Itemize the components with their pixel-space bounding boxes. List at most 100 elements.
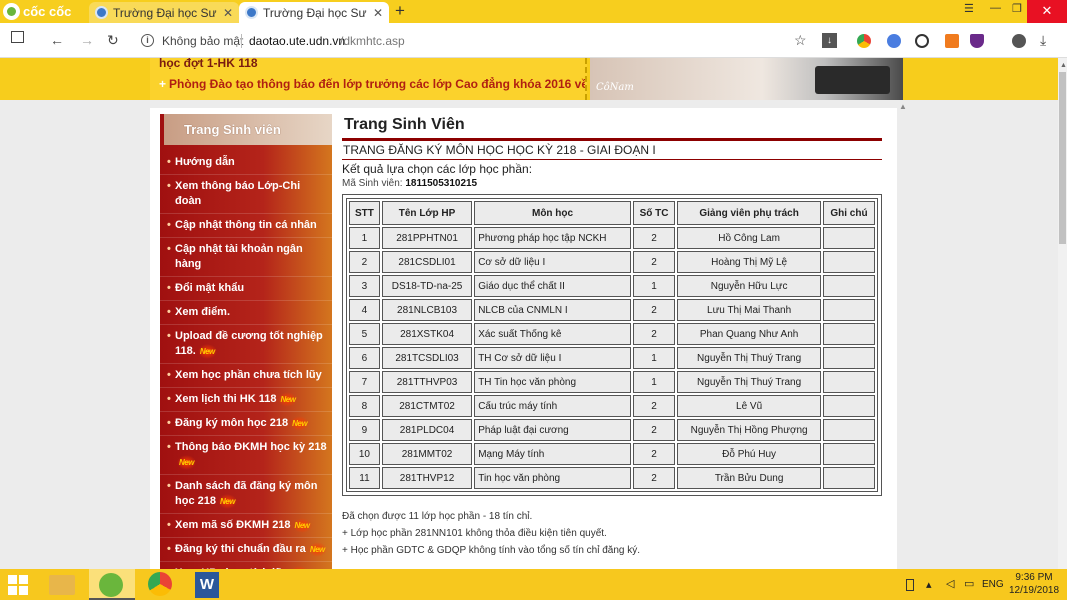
table-row: 1 281PPHTN01 Phương pháp học tập NCKH 2 Hồ C… (349, 227, 875, 249)
extension-off-icon[interactable] (945, 34, 959, 48)
word-icon[interactable]: W (195, 572, 219, 598)
registered-courses-table: STT Tên Lớp HP Môn học Số TC Giảng viên phụ … (346, 198, 878, 492)
coccoc-logo[interactable]: cốc cốc (3, 2, 71, 21)
sidebar-item[interactable]: Đăng ký môn học 218New (160, 412, 332, 436)
sidebar-item-label: Thông báo ĐKMH học kỳ 218 (175, 441, 327, 453)
table-cell: Đỗ Phú Huy (677, 443, 821, 465)
sidebar-item-label: Xem thông báo Lớp-Chi đoàn (175, 180, 301, 207)
sidebar-item-label: Đăng ký thi chuẩn đầu ra (175, 543, 306, 555)
sidebar-item[interactable]: Xem lịch thi HK 118New (160, 388, 332, 412)
sidebar-item[interactable]: Thông báo ĐKMH học kỳ 218 New (160, 436, 332, 475)
registration-note: + Học phần GDTC & GDQP không tính vào tổ… (342, 545, 641, 556)
news-line-1[interactable]: học đợt 1-HK 118 (159, 58, 258, 70)
table-cell: Hồ Công Lam (677, 227, 821, 249)
news-line-2[interactable]: + Phòng Đào tạo thông báo đến lớp trưởng … (159, 77, 587, 91)
sidebar-item[interactable]: Xem mã số ĐKMH 218New (160, 514, 332, 538)
sidebar-item-label: Hướng dẫn (175, 156, 235, 168)
extension-shield-icon[interactable] (970, 34, 984, 48)
table-row: 10 281MMT02 Mạng Máy tính 2 Đỗ Phú Huy (349, 443, 875, 465)
table-cell: 2 (632, 419, 676, 441)
extension-circle-icon[interactable] (915, 34, 929, 48)
page-scroll-up-icon[interactable]: ▲ (899, 102, 907, 111)
sidebar-item[interactable]: Đổi mật khẩu (160, 277, 332, 301)
sidebar-item[interactable]: Xem thông báo Lớp-Chi đoàn (160, 175, 332, 214)
battery-icon[interactable] (906, 579, 914, 591)
extension-blue-icon[interactable] (887, 34, 901, 48)
table-cell (822, 251, 875, 273)
scrollbar-thumb[interactable] (1059, 72, 1066, 244)
table-cell: Nguyễn Thị Thuý Trang (677, 347, 821, 369)
news-marquee[interactable]: học đợt 1-HK 118 + Phòng Đào tạo thông bá… (150, 58, 587, 100)
sidebar-item[interactable]: Xem điểm. (160, 301, 332, 325)
sidebar-item-label: Đăng ký môn học 218 (175, 417, 289, 429)
download-save-icon[interactable]: ↓ (822, 33, 837, 48)
brand-name: cốc cốc (23, 4, 72, 19)
back-icon[interactable]: ← (50, 32, 64, 48)
system-clock[interactable]: 9:36 PM 12/19/2018 (1004, 571, 1064, 597)
tab-title: Trường Đại học Sư ph (263, 5, 368, 20)
news-line-2-text: Phòng Đào tạo thông báo đến lớp trưởng c… (169, 77, 587, 91)
security-status[interactable]: Không bảo mật (162, 34, 243, 48)
tab-inactive[interactable]: Trường Đại học Sư ph ✕ (89, 2, 239, 23)
column-header: STT (349, 201, 380, 225)
url-path[interactable]: /dkmhtc.asp (340, 34, 405, 48)
restore-icon[interactable]: ❐ (1012, 2, 1022, 15)
sidebar-item[interactable]: Xem HP chưa tích lũyNew (160, 562, 332, 569)
downloads-icon[interactable]: ⤓ (1040, 32, 1046, 48)
table-cell (822, 395, 875, 417)
student-id-label: Mã Sinh viên: (342, 178, 403, 189)
sidebar-item[interactable]: Đăng ký thi chuẩn đầu raNew (160, 538, 332, 562)
sidebar-item[interactable]: Cập nhật thông tin cá nhân (160, 214, 332, 238)
sidebar-item[interactable]: Xem học phần chưa tích lũy (160, 364, 332, 388)
table-cell: 281TTHVP03 (381, 371, 473, 393)
column-header: Ghi chú (822, 201, 875, 225)
table-row: 8 281CTMT02 Cấu trúc máy tính 2 Lê Vũ (349, 395, 875, 417)
tab-close-icon[interactable]: ✕ (373, 6, 383, 20)
url-domain[interactable]: daotao.ute.udn.vn (249, 34, 345, 48)
table-cell: 1 (632, 275, 676, 297)
info-icon[interactable]: i (141, 34, 154, 47)
sidebar-item[interactable]: Hướng dẫn (160, 151, 332, 175)
page-viewport: học đợt 1-HK 118 + Phòng Đào tạo thông bá… (0, 58, 1058, 569)
table-row: 4 281NLCB103 NLCB của CNMLN I 2 Lưu Thị Mai … (349, 299, 875, 321)
site-banner: học đợt 1-HK 118 + Phòng Đào tạo thông bá… (0, 58, 1058, 100)
student-id-line: Mã Sinh viên: 1811505310215 (342, 178, 882, 189)
photo-signature: CôNam (596, 82, 634, 93)
close-window-icon[interactable]: ✕ (1027, 0, 1067, 23)
sidebar-item[interactable]: Upload đề cương tốt nghiệp 118.New (160, 325, 332, 364)
sidebar-item-label: Danh sách đã đăng ký môn học 218 (175, 480, 318, 507)
registration-notes: Đã chọn được 11 lớp học phần - 18 tín ch… (342, 508, 882, 559)
new-tab-button[interactable]: + (395, 1, 405, 21)
sidebar-item[interactable]: Danh sách đã đăng ký môn học 218New (160, 475, 332, 514)
sidebar-toggle-icon[interactable] (11, 31, 24, 43)
table-row: 3 DS18-TD-na-25 Giáo dục thể chất II 1 Nguyễ… (349, 275, 875, 297)
chrome-icon[interactable] (148, 572, 172, 596)
tab-close-icon[interactable]: ✕ (223, 6, 233, 20)
minimize-icon[interactable]: — (990, 2, 1001, 14)
scroll-up-arrow-icon[interactable]: ▲ (1060, 62, 1067, 69)
sidebar-item[interactable]: Cập nhật tài khoản ngân hàng (160, 238, 332, 277)
file-explorer-icon[interactable] (49, 575, 75, 595)
reload-icon[interactable]: ↻ (107, 32, 119, 48)
sidebar-title: Trang Sinh viên (164, 114, 332, 145)
menu-icon[interactable]: ☰ (964, 2, 974, 15)
language-indicator[interactable]: ENG (982, 579, 1004, 590)
tab-title: Trường Đại học Sư ph (113, 5, 218, 20)
new-badge-icon: New (290, 416, 310, 431)
page-subtitle: TRANG ĐĂNG KÝ MÔN HỌC HỌC KỲ 218 - GIAI … (343, 143, 656, 157)
tab-active[interactable]: Trường Đại học Sư ph ✕ (239, 2, 389, 23)
forward-icon[interactable]: → (80, 32, 94, 48)
table-cell: 4 (349, 299, 380, 321)
table-cell: 2 (632, 227, 676, 249)
profile-icon[interactable] (1012, 34, 1026, 48)
table-cell: Lê Vũ (677, 395, 821, 417)
windows-start-icon[interactable] (8, 575, 28, 595)
photo-equipment (815, 66, 890, 94)
table-cell: Lưu Thị Mai Thanh (677, 299, 821, 321)
table-cell: Cấu trúc máy tính (474, 395, 631, 417)
table-cell: Cơ sở dữ liệu I (474, 251, 631, 273)
result-label: Kết quả lựa chọn các lớp học phần: (342, 162, 533, 176)
extension-chrome-icon[interactable] (857, 34, 871, 48)
student-id-value: 1811505310215 (405, 178, 478, 189)
bookmark-star-icon[interactable]: ☆ (794, 32, 807, 48)
